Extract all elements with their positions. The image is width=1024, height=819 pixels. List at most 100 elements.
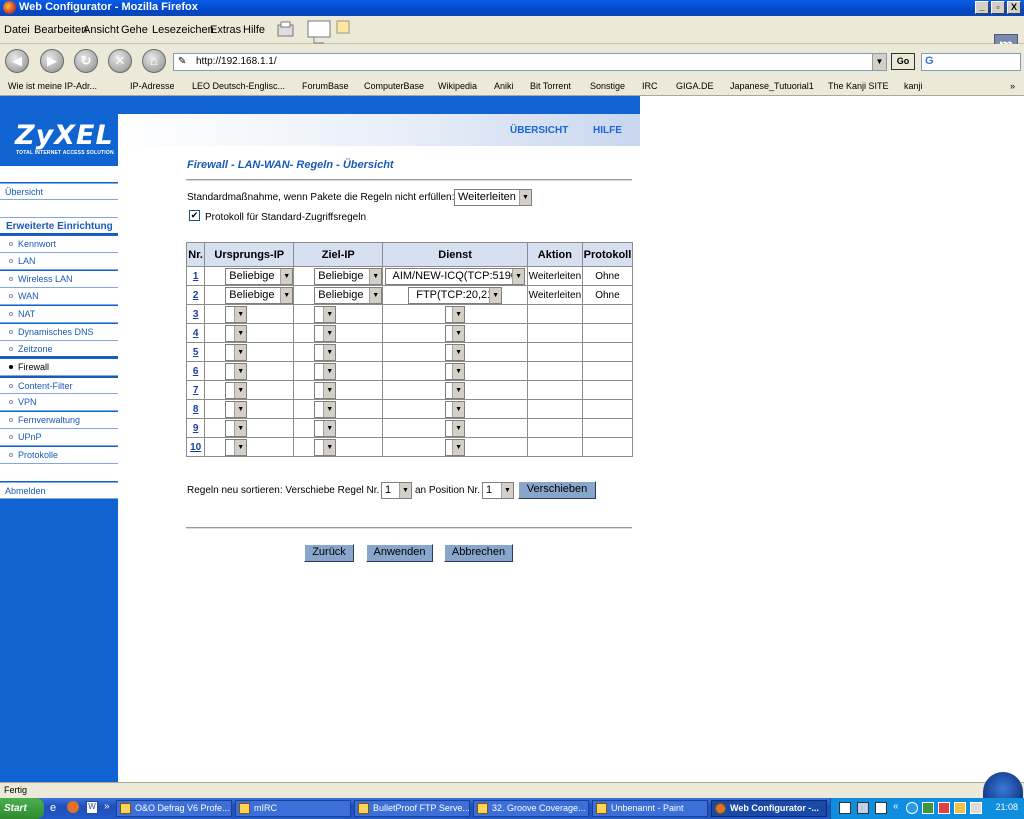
taskbar-item[interactable]: BulletProof FTP Serve... [354,800,470,817]
bookmark-item[interactable]: Wikipedia [428,81,477,91]
rule-number-link[interactable]: 6 [193,366,199,377]
ie-icon[interactable]: e [50,802,56,814]
rule-number-link[interactable]: 9 [193,423,199,434]
bookmark-folder[interactable]: Sonstige [580,81,625,91]
tray-icon[interactable] [922,802,934,814]
source-ip-select[interactable]: ▼ [225,400,248,418]
home-icon[interactable]: ⌂ [142,49,166,73]
tray-icon[interactable] [875,802,887,814]
tray-overflow-icon[interactable]: « [893,801,899,812]
bookmark-item[interactable]: The Kanji SITE [818,81,889,91]
sidebar-item-upnp[interactable]: UPnP [0,429,118,446]
forward-icon[interactable]: ▶ [40,49,64,73]
source-ip-select[interactable]: Beliebige ▼ [225,286,294,304]
sidebar-logout[interactable]: Abmelden [0,482,118,499]
tray-icon[interactable] [954,802,966,814]
destination-ip-select[interactable]: ▼ [314,438,337,456]
sidebar-item-fernverwaltung[interactable]: Fernverwaltung [0,412,118,429]
taskbar-item-active[interactable]: Web Configurator -... [711,800,827,817]
help-link[interactable]: HILFE [593,125,622,136]
sidebar-item-dynamisches-dns[interactable]: Dynamisches DNS [0,324,118,341]
taskbar-item[interactable]: 32. Groove Coverage... [473,800,589,817]
sidebar-item-nat[interactable]: NAT [0,306,118,323]
start-button[interactable]: Start [0,798,44,819]
destination-ip-select[interactable]: ▼ [314,324,337,342]
volume-icon[interactable] [970,802,982,814]
bookmark-item[interactable]: Aniki [484,81,514,91]
destination-ip-select[interactable]: ▼ [314,362,337,380]
service-select[interactable]: ▼ [445,438,466,456]
move-button[interactable]: Verschieben [518,481,596,499]
sidebar-item-kennwort[interactable]: Kennwort [0,236,118,253]
stop-icon[interactable]: ✕ [108,49,132,73]
service-select[interactable]: ▼ [445,419,466,437]
word-icon[interactable]: W [86,801,98,814]
go-button[interactable]: Go [891,53,915,70]
default-action-select[interactable]: Weiterleiten ▼ [454,189,532,206]
sidebar-item-wan[interactable]: WAN [0,288,118,305]
close-button[interactable]: X [1007,1,1021,14]
back-icon[interactable]: ◀ [5,49,29,73]
destination-ip-select[interactable]: ▼ [314,343,337,361]
rule-number-link[interactable]: 8 [193,404,199,415]
minimize-button[interactable]: _ [975,1,989,14]
menu-datei[interactable]: Datei [4,24,30,36]
tray-icon[interactable] [839,802,851,814]
rule-number-link[interactable]: 10 [190,442,201,453]
taskbar-item[interactable]: O&O Defrag V6 Profe... [116,800,232,817]
back-button[interactable]: Zurück [304,544,354,562]
apply-button[interactable]: Anwenden [366,544,433,562]
toolbar-icon[interactable] [306,19,331,44]
bookmark-folder[interactable]: IRC [632,81,658,91]
source-ip-select[interactable]: ▼ [225,362,248,380]
tray-icon[interactable] [938,802,950,814]
tray-icon[interactable] [906,802,918,814]
bookmark-item[interactable]: Bit Torrent [520,81,571,91]
reorder-position-select[interactable]: 1 ▼ [482,482,514,499]
rule-number-link[interactable]: 5 [193,347,199,358]
menu-extras[interactable]: Extras [210,24,241,36]
quicklaunch-overflow-icon[interactable]: » [104,801,110,812]
destination-ip-select[interactable]: ▼ [314,381,337,399]
rule-number-link[interactable]: 3 [193,309,199,320]
url-bar[interactable]: ✎ http://192.168.1.1/ ▼ [173,53,887,71]
sidebar-item-lan[interactable]: LAN [0,253,118,270]
service-select[interactable]: ▼ [445,381,466,399]
service-select[interactable]: ▼ [445,324,466,342]
rule-number-link[interactable]: 1 [193,271,199,282]
maximize-button[interactable]: ▫ [991,1,1005,14]
bookmark-item[interactable]: ComputerBase [352,81,424,91]
url-dropdown-icon[interactable]: ▼ [872,54,886,70]
reorder-rule-select[interactable]: 1 ▼ [381,482,412,499]
bookmark-item[interactable]: GIGA.DE [666,81,714,91]
taskbar-item[interactable]: Unbenannt - Paint [592,800,708,817]
destination-ip-select[interactable]: Beliebige ▼ [314,286,383,304]
menu-gehe[interactable]: Gehe [121,24,148,36]
destination-ip-select[interactable]: ▼ [314,419,337,437]
rule-number-link[interactable]: 7 [193,385,199,396]
log-default-rules-checkbox[interactable]: ✔ [189,210,200,221]
tray-icon[interactable] [857,802,869,814]
bookmark-item[interactable]: LEO Deutsch-Englisc... [180,81,285,91]
sidebar-item-wireless-lan[interactable]: Wireless LAN [0,271,118,288]
overview-link[interactable]: ÜBERSICHT [510,125,568,136]
service-select[interactable]: AIM/NEW-ICQ(TCP:5190) ▼ [385,267,526,285]
service-select[interactable]: ▼ [445,400,466,418]
firefox-quicklaunch-icon[interactable] [67,801,79,813]
bookmark-item[interactable]: Japanese_Tutuorial1 [720,81,814,91]
search-input[interactable]: G [921,53,1021,71]
menu-bearbeiten[interactable]: Bearbeiten [34,24,87,36]
menu-ansicht[interactable]: Ansicht [83,24,119,36]
destination-ip-select[interactable]: ▼ [314,400,337,418]
sidebar-item-firewall[interactable]: Firewall [0,359,118,376]
bookmark-item[interactable]: ForumBase [292,81,349,91]
source-ip-select[interactable]: ▼ [225,419,248,437]
bookmark-folder[interactable]: kanji [894,81,923,91]
menu-hilfe[interactable]: Hilfe [243,24,265,36]
menu-lesezeichen[interactable]: Lesezeichen [152,24,214,36]
bookmark-item[interactable]: Wie ist meine IP-Adr... [8,81,97,91]
bookmark-item[interactable]: IP-Adresse [118,81,175,91]
toolbar-icon[interactable] [275,19,297,41]
source-ip-select[interactable]: ▼ [225,381,248,399]
rule-number-link[interactable]: 4 [193,328,199,339]
